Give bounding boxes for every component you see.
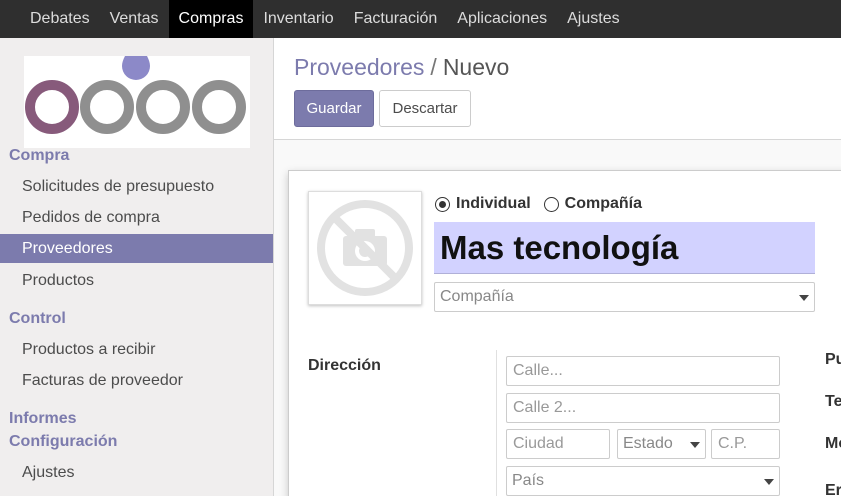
breadcrumb-separator: / [430, 54, 437, 80]
sidebar-item-solicitudes[interactable]: Solicitudes de presupuesto [0, 172, 273, 201]
chevron-down-icon [799, 295, 809, 301]
form-sheet: Individual Compañía Mas tecnología Compa… [288, 170, 841, 496]
country-select[interactable]: País [506, 466, 780, 496]
menu-facturacion[interactable]: Facturación [344, 0, 448, 38]
menu-debates[interactable]: Debates [20, 0, 100, 38]
radio-compania[interactable] [543, 196, 559, 212]
sidebar-item-productos-a-recibir[interactable]: Productos a recibir [0, 335, 273, 364]
top-menu-bar: Debates Ventas Compras Inventario Factur… [0, 0, 841, 38]
partner-image[interactable] [308, 191, 422, 305]
address-divider [496, 350, 497, 496]
sidebar-section-configuracion[interactable]: Configuración [9, 433, 117, 451]
breadcrumb-proveedores[interactable]: Proveedores [294, 54, 424, 80]
company-select[interactable]: Compañía [434, 282, 815, 312]
control-panel: Proveedores / Nuevo Guardar Descartar [274, 38, 841, 140]
state-select[interactable]: Estado [617, 429, 706, 459]
chevron-down-icon [690, 442, 700, 448]
country-placeholder: País [512, 472, 545, 489]
sidebar-section-informes[interactable]: Informes [9, 410, 77, 428]
city-input[interactable]: Ciudad [506, 429, 610, 459]
menu-aplicaciones[interactable]: Aplicaciones [447, 0, 557, 38]
sidebar-section-compra[interactable]: Compra [9, 147, 69, 165]
sidebar-item-pedidos[interactable]: Pedidos de compra [0, 203, 273, 232]
radio-individual[interactable] [435, 196, 450, 212]
address-label: Dirección [308, 357, 381, 374]
sidebar-item-facturas-proveedor[interactable]: Facturas de proveedor [0, 366, 273, 395]
discard-button[interactable]: Descartar [379, 90, 471, 127]
menu-inventario[interactable]: Inventario [253, 0, 343, 38]
save-button[interactable]: Guardar [294, 90, 374, 127]
radio-individual-label[interactable]: Individual [456, 195, 531, 213]
sidebar-item-proveedores[interactable]: Proveedores [0, 234, 273, 263]
zip-input[interactable]: C.P. [711, 429, 780, 459]
odoo-logo[interactable] [24, 56, 250, 148]
chevron-down-icon [764, 479, 774, 485]
sidebar-item-ajustes[interactable]: Ajustes [0, 458, 273, 487]
radio-compania-label[interactable]: Compañía [565, 195, 642, 213]
sidebar: Compra Solicitudes de presupuesto Pedido… [0, 38, 274, 496]
menu-ventas[interactable]: Ventas [100, 0, 169, 38]
state-placeholder: Estado [623, 435, 673, 452]
right-label-2: Te [825, 393, 841, 410]
street2-input[interactable]: Calle 2... [506, 393, 780, 423]
menu-ajustes[interactable]: Ajustes [557, 0, 629, 38]
menu-compras[interactable]: Compras [168, 0, 254, 38]
right-label-1: Pu [825, 351, 841, 368]
street-input[interactable]: Calle... [506, 356, 780, 386]
no-camera-icon [317, 200, 413, 296]
form-view: Individual Compañía Mas tecnología Compa… [274, 140, 841, 496]
sidebar-section-control[interactable]: Control [9, 310, 66, 328]
breadcrumb-current: Nuevo [442, 54, 510, 80]
sidebar-item-productos[interactable]: Productos [0, 266, 273, 295]
name-input[interactable]: Mas tecnología [434, 222, 815, 274]
company-placeholder: Compañía [440, 288, 514, 305]
right-label-3: Mo [825, 435, 841, 452]
right-label-4: Er [825, 482, 841, 496]
partner-type-selector: Individual Compañía [435, 195, 655, 213]
breadcrumb: Proveedores / Nuevo [294, 54, 509, 81]
